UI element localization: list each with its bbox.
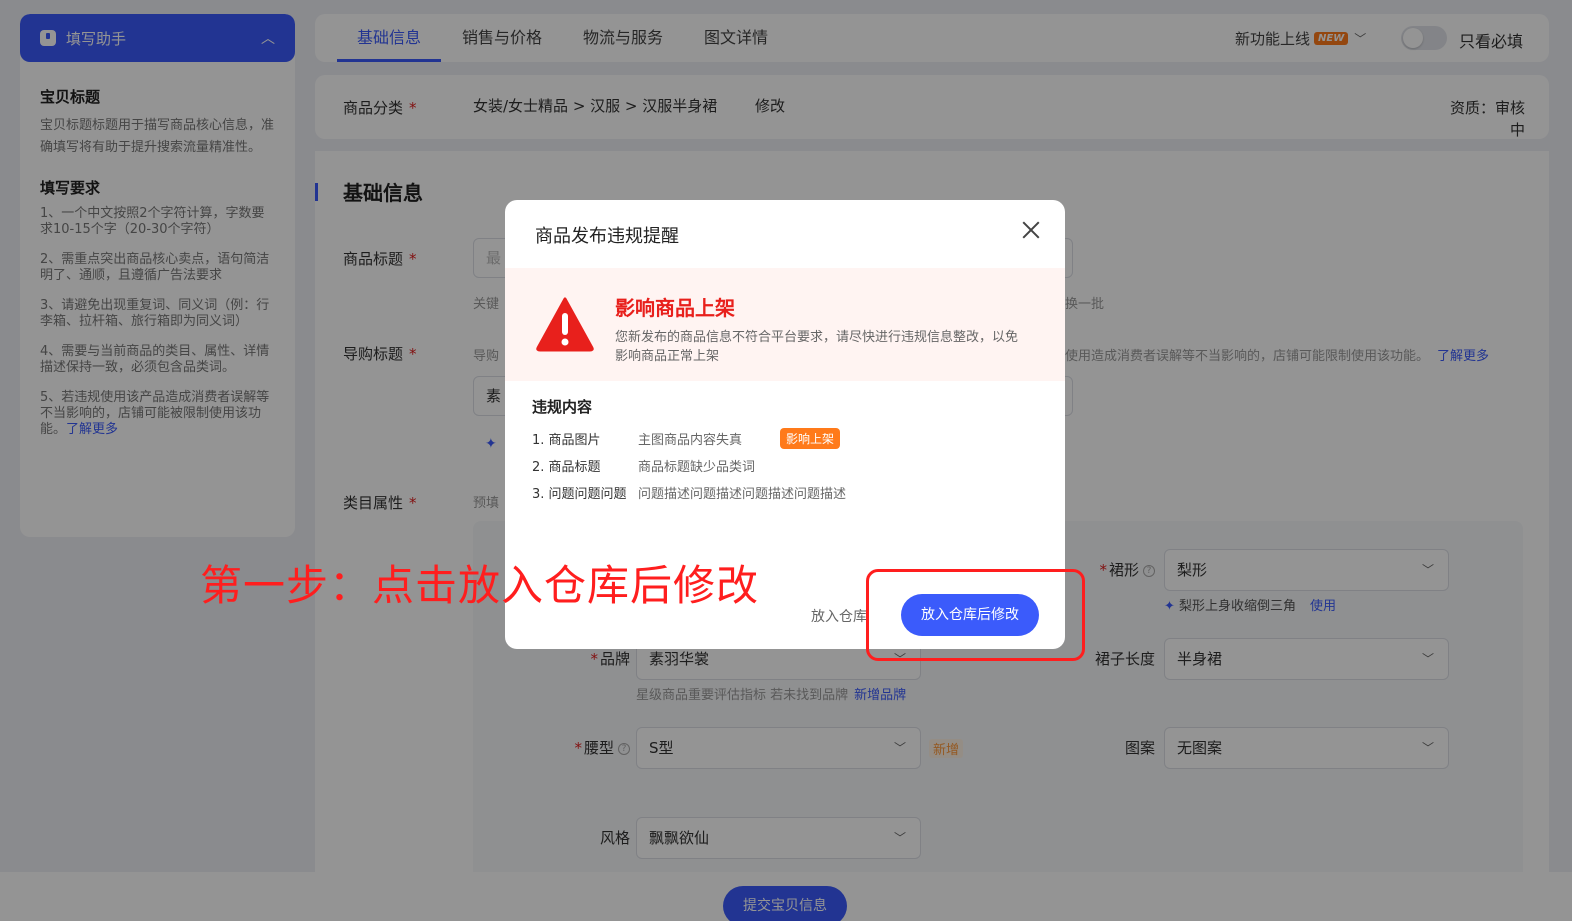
- warehouse-button[interactable]: 放入仓库: [811, 606, 867, 626]
- warning-triangle-icon: [536, 297, 594, 352]
- violation-badge: 影响上架: [780, 428, 841, 449]
- violations-title: 违规内容: [532, 398, 593, 416]
- warning-banner: 影响商品上架 您新发布的商品信息不符合平台要求，请尽快进行违规信息整改，以免影响…: [505, 268, 1065, 381]
- close-icon[interactable]: [1019, 218, 1043, 242]
- violation-name: 1. 商品图片: [532, 433, 601, 448]
- violation-reason: 商品标题缺少品类词: [638, 460, 756, 475]
- violation-row: 2. 商品标题 商品标题缺少品类词: [532, 456, 755, 475]
- warning-description: 您新发布的商品信息不符合平台要求，请尽快进行违规信息整改，以免影响商品正常上架: [615, 330, 1019, 364]
- modal-title: 商品发布违规提醒: [535, 226, 679, 247]
- highlight-box: [866, 569, 1085, 661]
- step-annotation: 第一步：点击放入仓库后修改: [200, 561, 760, 610]
- violation-reason: 主图商品内容失真: [638, 433, 743, 448]
- violation-row: 3. 问题问题问题 问题描述问题描述问题描述问题描述: [532, 483, 846, 502]
- violation-reason: 问题描述问题描述问题描述问题描述: [638, 487, 847, 502]
- violation-name: 3. 问题问题问题: [532, 487, 627, 502]
- warning-title: 影响商品上架: [615, 296, 735, 320]
- violation-name: 2. 商品标题: [532, 460, 601, 475]
- violation-row: 1. 商品图片 主图商品内容失真 影响上架: [532, 428, 841, 449]
